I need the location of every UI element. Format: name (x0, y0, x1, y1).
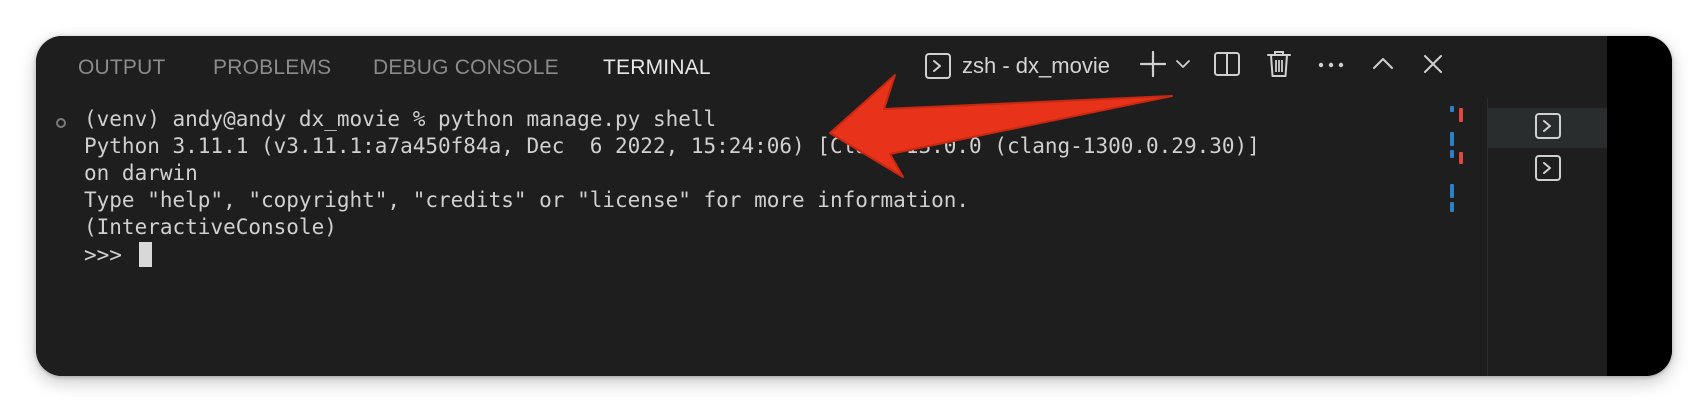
terminal-prompt-line[interactable]: >>> (84, 242, 152, 269)
terminal-line: Type "help", "copyright", "credits" or "… (84, 188, 970, 212)
ruler-marker (1450, 184, 1454, 198)
command-status-icon (56, 118, 66, 128)
maximize-panel-button[interactable] (1366, 50, 1400, 82)
terminal-line: (InteractiveConsole) (84, 215, 337, 239)
terminal-icon (1534, 112, 1562, 145)
more-actions-button[interactable] (1314, 50, 1348, 82)
plus-icon (1138, 49, 1168, 84)
vscode-panel-window: OUTPUT PROBLEMS DEBUG CONSOLE TERMINAL z… (36, 36, 1672, 376)
ruler-marker (1450, 106, 1454, 112)
ruler-marker (1459, 108, 1463, 122)
terminal-tab-1[interactable] (1488, 108, 1608, 148)
terminal-name-label: zsh - dx_movie (962, 53, 1110, 78)
terminal-line: Python 3.11.1 (v3.11.1:a7a450f84a, Dec 6… (84, 134, 1260, 158)
ruler-marker (1450, 150, 1454, 158)
kill-terminal-button[interactable] (1262, 50, 1296, 82)
chevron-down-icon (1174, 55, 1192, 78)
terminal-profile-dropdown[interactable] (1172, 50, 1194, 82)
terminal-icon (924, 52, 952, 80)
close-icon (1421, 52, 1445, 81)
trash-icon (1265, 49, 1293, 84)
tab-output[interactable]: OUTPUT (78, 56, 166, 80)
tab-problems[interactable]: PROBLEMS (213, 56, 331, 80)
right-edge-area (1607, 36, 1672, 376)
terminal-cursor (138, 242, 152, 267)
terminal-line: on darwin (84, 161, 198, 185)
ruler-marker (1459, 152, 1463, 164)
terminal-icon (1534, 154, 1562, 187)
panel-main-area: OUTPUT PROBLEMS DEBUG CONSOLE TERMINAL z… (36, 36, 1608, 376)
python-prompt: >>> (84, 243, 135, 267)
terminal-line: (venv) andy@andy dx_movie % python manag… (84, 107, 717, 131)
terminal-output[interactable]: (venv) andy@andy dx_movie % python manag… (36, 98, 1456, 376)
chevron-up-icon (1370, 51, 1396, 82)
close-panel-button[interactable] (1416, 50, 1450, 82)
terminal-tab-2[interactable] (1488, 150, 1608, 190)
new-terminal-button[interactable] (1136, 50, 1170, 82)
tab-debug-console[interactable]: DEBUG CONSOLE (373, 56, 559, 80)
panel-tab-bar: OUTPUT PROBLEMS DEBUG CONSOLE TERMINAL z… (36, 36, 1607, 96)
ellipsis-icon (1316, 57, 1346, 75)
tab-terminal[interactable]: TERMINAL (603, 56, 711, 80)
ruler-marker (1450, 132, 1454, 146)
terminal-tabs-list (1487, 98, 1608, 376)
terminal-selector[interactable]: zsh - dx_movie (924, 50, 1128, 82)
overview-ruler[interactable] (1450, 98, 1480, 298)
ruler-marker (1450, 202, 1454, 212)
split-terminal-button[interactable] (1210, 50, 1244, 82)
split-icon (1212, 49, 1242, 84)
